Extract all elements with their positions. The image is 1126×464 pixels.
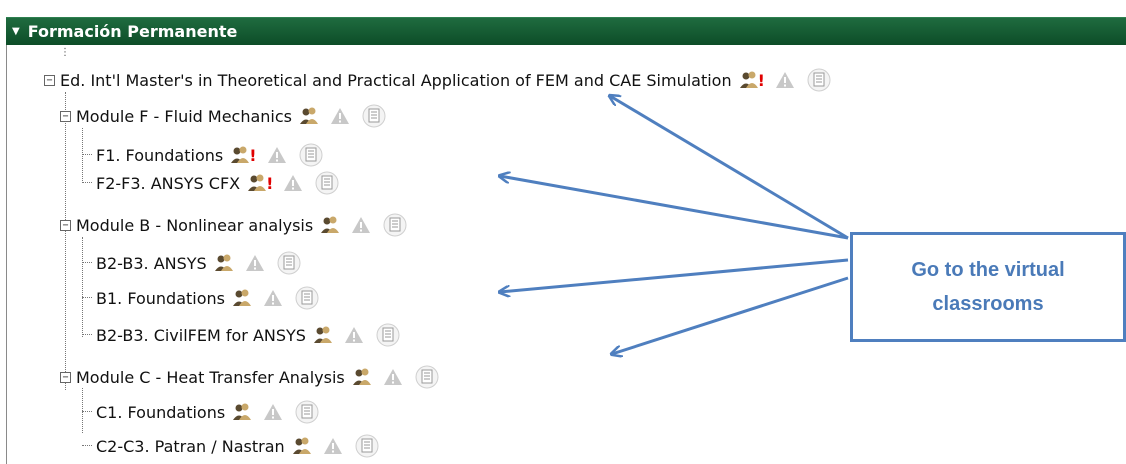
annotation-callout: Go to the virtual classrooms — [850, 232, 1126, 342]
annotation-arrow — [612, 276, 849, 354]
callout-line-1: Go to the virtual — [911, 259, 1065, 281]
annotation-arrow — [500, 258, 849, 292]
callout-line-2: classrooms — [932, 293, 1044, 315]
